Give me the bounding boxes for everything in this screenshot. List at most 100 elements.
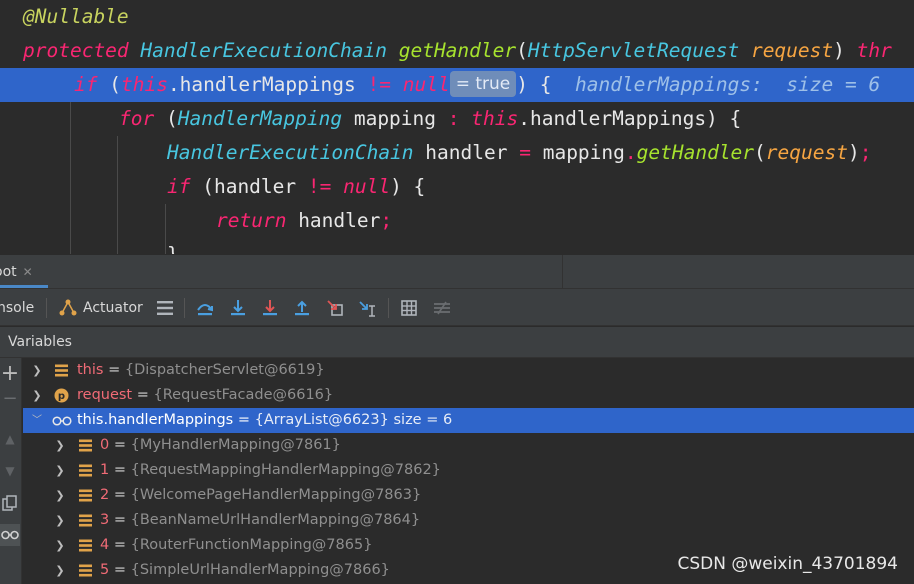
- variable-name: request: [77, 387, 133, 403]
- chevron-right-icon[interactable]: ❯: [54, 483, 66, 508]
- keyword-this: this: [120, 73, 168, 96]
- keyword-null: null: [391, 73, 450, 96]
- chevron-right-icon[interactable]: ❯: [54, 433, 66, 458]
- move-down-icon[interactable]: ▼: [0, 460, 20, 482]
- svg-text:p: p: [58, 391, 65, 402]
- drop-frame-icon[interactable]: [325, 298, 345, 318]
- variables-side-toolbar: + − ▲ ▼: [0, 358, 22, 584]
- trace-stream-icon[interactable]: [432, 298, 452, 318]
- copy-icon[interactable]: [0, 492, 20, 514]
- close-icon[interactable]: ✕: [23, 265, 33, 279]
- field-icon: [79, 564, 92, 577]
- evaluate-expression-icon[interactable]: [399, 298, 419, 318]
- code-line-6[interactable]: if (handler != null) {: [0, 170, 914, 204]
- watermark: CSDN @weixin_43701894: [677, 554, 898, 574]
- method-call: getHandler: [636, 141, 755, 164]
- divider: [388, 298, 389, 318]
- chevron-right-icon[interactable]: ❯: [54, 533, 66, 558]
- type-name: HandlerMapping: [177, 107, 343, 130]
- tab-console[interactable]: nsole: [0, 289, 34, 327]
- chevron-right-icon[interactable]: ❯: [54, 558, 66, 583]
- variable-entry: 4 = {RouterFunctionMapping@7865}: [100, 533, 372, 558]
- force-step-into-icon[interactable]: [260, 298, 280, 318]
- keyword-null: null: [331, 175, 391, 198]
- variable-row-child-3[interactable]: ❯ 3 = {BeanNameUrlHandlerMapping@7864}: [23, 508, 914, 533]
- variable-name: 3: [100, 512, 110, 528]
- annotation-nullable: @Nullable: [23, 5, 129, 28]
- equals-sign: =: [109, 437, 131, 453]
- keyword-if: if: [167, 175, 191, 198]
- code-line-5[interactable]: HandlerExecutionChain handler = mapping.…: [0, 136, 914, 170]
- variable-value: {RouterFunctionMapping@7865}: [130, 537, 373, 553]
- variable-name: 4: [100, 537, 110, 553]
- step-over-icon[interactable]: [195, 298, 215, 318]
- variable-value: {SimpleUrlHandlerMapping@7866}: [130, 562, 390, 578]
- chevron-down-icon[interactable]: ﹀: [31, 408, 43, 433]
- equals-sign: =: [109, 512, 131, 528]
- operator-dot: .: [624, 141, 637, 164]
- remove-watch-icon[interactable]: −: [0, 388, 20, 410]
- return-type: HandlerExecutionChain: [140, 39, 387, 62]
- keyword-protected: protected: [23, 39, 129, 62]
- field-icon: [79, 439, 92, 452]
- closing-brace: }: [167, 243, 179, 254]
- variable-entry: this.handlerMappings = {ArrayList@6623} …: [77, 408, 452, 433]
- variable-row-this[interactable]: ❯ this = {DispatcherServlet@6619}: [23, 358, 914, 383]
- code-editor[interactable]: @Nullable protected HandlerExecutionChai…: [0, 0, 914, 254]
- type-name: HandlerExecutionChain: [167, 141, 414, 164]
- tab-debug-session[interactable]: oot ✕: [0, 255, 43, 289]
- variable-name: 2: [100, 487, 110, 503]
- code-line-3-current-execution[interactable]: if (this.handlerMappings != null = true) …: [0, 68, 914, 102]
- code-line-2[interactable]: protected HandlerExecutionChain getHandl…: [0, 34, 914, 68]
- code-line-7[interactable]: return handler;: [0, 204, 914, 238]
- keyword-for: for: [119, 107, 155, 130]
- method-name: getHandler: [398, 39, 517, 62]
- variable-value: {BeanNameUrlHandlerMapping@7864}: [130, 512, 421, 528]
- operator-neq: !=: [367, 73, 392, 96]
- threads-menu-icon[interactable]: [155, 298, 175, 318]
- equals-sign: =: [132, 387, 154, 403]
- code-line-8[interactable]: }: [0, 238, 914, 254]
- chevron-right-icon[interactable]: ❯: [54, 508, 66, 533]
- collection-size: size = 6: [388, 412, 453, 428]
- field-icon: [79, 539, 92, 552]
- code-text: (: [154, 107, 178, 130]
- field-icon: [79, 464, 92, 477]
- code-text: (handler: [190, 175, 308, 198]
- paren-open: (: [754, 141, 766, 164]
- chevron-right-icon[interactable]: ❯: [54, 458, 66, 483]
- variable-entry: 1 = {RequestMappingHandlerMapping@7862}: [100, 458, 441, 483]
- variable-row-child-0[interactable]: ❯ 0 = {MyHandlerMapping@7861}: [23, 433, 914, 458]
- chevron-right-icon[interactable]: ❯: [31, 358, 43, 383]
- variable-value: {RequestFacade@6616}: [153, 387, 334, 403]
- step-into-icon[interactable]: [228, 298, 248, 318]
- show-watches-in-variables-icon[interactable]: [0, 524, 20, 546]
- tab-actuator[interactable]: Actuator: [83, 289, 143, 327]
- variable-entry: 3 = {BeanNameUrlHandlerMapping@7864}: [100, 508, 420, 533]
- actuator-icon[interactable]: [58, 298, 78, 318]
- field-access: .handlerMappings: [167, 73, 368, 96]
- tab-label: oot: [0, 264, 17, 280]
- variable-name: 1: [100, 462, 110, 478]
- step-out-icon[interactable]: [292, 298, 312, 318]
- equals-sign: =: [109, 537, 131, 553]
- move-up-icon[interactable]: ▲: [0, 428, 20, 450]
- variable-row-handler-mappings[interactable]: ﹀ this.handlerMappings = {ArrayList@6623…: [23, 408, 914, 433]
- inline-value-hint[interactable]: = true: [449, 71, 517, 97]
- variable-entry: this = {DispatcherServlet@6619}: [77, 358, 325, 383]
- variable-row-child-2[interactable]: ❯ 2 = {WelcomePageHandlerMapping@7863}: [23, 483, 914, 508]
- variable-entry: request = {RequestFacade@6616}: [77, 383, 333, 408]
- variables-tree[interactable]: ❯ this = {DispatcherServlet@6619} ❯ p re…: [23, 358, 914, 584]
- equals-sign: =: [109, 462, 131, 478]
- add-watch-icon[interactable]: +: [0, 363, 20, 385]
- chevron-right-icon[interactable]: ❯: [31, 383, 43, 408]
- divider: [184, 298, 185, 318]
- code-line-1[interactable]: @Nullable: [0, 0, 914, 34]
- code-line-4[interactable]: for (HandlerMapping mapping : this.handl…: [0, 102, 914, 136]
- variable-row-child-1[interactable]: ❯ 1 = {RequestMappingHandlerMapping@7862…: [23, 458, 914, 483]
- keyword-if: if: [74, 73, 98, 96]
- variable-value: {RequestMappingHandlerMapping@7862}: [130, 462, 441, 478]
- variable-row-request[interactable]: ❯ p request = {RequestFacade@6616}: [23, 383, 914, 408]
- run-to-cursor-icon[interactable]: [358, 298, 378, 318]
- variable-name: 5: [100, 562, 110, 578]
